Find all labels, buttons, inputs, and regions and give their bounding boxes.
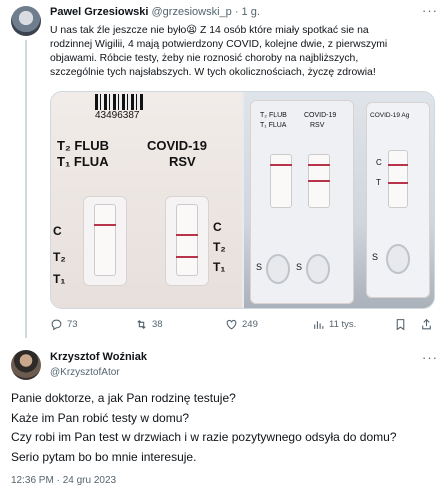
media-photo-left[interactable]: 43496387 T₂ FLUB T₁ FLUA COVID-19 RSV C … [51, 92, 242, 308]
test-strip [388, 150, 408, 208]
sample-well [386, 244, 410, 274]
strip-mark: C [213, 220, 222, 234]
tweet-time[interactable]: · 1 g. [235, 6, 260, 18]
like-count: 249 [242, 319, 258, 330]
tweet-header: Pawel Grzesiowski @grzesiowski_p · 1 g. [50, 6, 260, 18]
like-icon [226, 319, 237, 330]
strip-mark: T₂ [53, 250, 66, 264]
more-options-icon[interactable]: ··· [422, 350, 438, 365]
tweet-text-line: Czy robi im Pan test w drzwiach i w razi… [11, 430, 397, 444]
tweet-text-line: szczególnie tych najsłabszych. W tych ok… [50, 67, 376, 78]
tweet-text: U nas tak źle jeszcze nie było😫 Z 14 osó… [50, 24, 435, 80]
tweet-text-line: Każe im Pan robić testy w domu? [11, 410, 190, 425]
share-icon [422, 318, 431, 330]
photo-label: T₁ FLUA [260, 122, 287, 129]
retweet-button[interactable]: 38 [135, 318, 163, 331]
photo-label: COVID-19 [147, 138, 207, 153]
retweet-count: 38 [152, 319, 163, 330]
reply-button[interactable]: 73 [50, 318, 78, 331]
like-button[interactable]: 249 [225, 318, 258, 331]
reply-icon [51, 319, 62, 331]
tweet-text: Panie doktorze, a jak Pan rodzinę testuj… [11, 389, 436, 467]
tweet-actions-bar: 73 38 249 11 tys. [50, 318, 435, 334]
tweet-text-line: U nas tak źle jeszcze nie było😫 Z 14 osó… [50, 25, 369, 36]
tweet-timestamp[interactable]: 12:36 PM · 24 gru 2023 [11, 475, 116, 486]
thread-connector-line [25, 40, 27, 338]
test-band [176, 256, 198, 258]
more-options-icon[interactable]: ··· [422, 3, 438, 18]
control-band [176, 234, 198, 236]
photo-label: COVID-19 [304, 112, 337, 119]
author-handle[interactable]: @KrzysztofAtor [50, 367, 120, 378]
retweet-icon [137, 319, 146, 330]
bookmark-icon [396, 319, 405, 331]
control-band [94, 224, 116, 226]
test-strip [308, 154, 330, 208]
author-avatar[interactable] [11, 350, 41, 380]
strip-mark: T₁ [53, 272, 66, 286]
barcode-graphic [95, 94, 143, 110]
strip-mark: T [376, 178, 381, 187]
test-band [388, 182, 408, 184]
control-band [388, 164, 408, 166]
share-button[interactable] [420, 318, 433, 331]
strip-mark: T₂ [213, 240, 226, 254]
photo-label: COVID-19 Ag [370, 112, 410, 119]
test-strip [94, 204, 116, 276]
author-handle[interactable]: @grzesiowski_p [152, 6, 232, 18]
test-band [308, 180, 330, 182]
test-cassette [165, 196, 209, 286]
reply-tweet[interactable]: Krzysztof Woźniak @KrzysztofAtor ··· Pan… [0, 338, 443, 500]
tweet-text-line: rodzinnej Wigilii, 4 mają potwierdzony C… [50, 39, 388, 50]
control-band [308, 164, 330, 166]
tweet-text-line: objawami. Róbcie testy, żeby nie roznosi… [50, 53, 359, 64]
tweet-text-line: Panie doktorze, a jak Pan rodzinę testuj… [11, 391, 236, 405]
photo-label: T₂ FLUB [260, 112, 287, 119]
photo-label: RSV [310, 122, 325, 129]
strip-mark: S [372, 252, 379, 262]
strip-mark: S [296, 262, 303, 272]
photo-label: T₂ FLUB [57, 138, 109, 153]
control-band [270, 164, 292, 166]
tweet-media[interactable]: 43496387 T₂ FLUB T₁ FLUA COVID-19 RSV C … [50, 91, 435, 309]
photo-label: T₁ FLUA [57, 154, 109, 169]
sample-well [306, 254, 330, 284]
test-cassette [83, 196, 127, 286]
author-avatar[interactable] [11, 6, 41, 36]
barcode-number: 43496387 [95, 110, 140, 121]
strip-mark: S [256, 262, 263, 272]
media-photo-right[interactable]: T₂ FLUB T₁ FLUA COVID-19 RSV S S COVID-1… [244, 92, 434, 308]
tweet-text-line: Serio pytam bo bo mnie interesuje. [11, 449, 197, 464]
test-strip [176, 204, 198, 276]
strip-mark: C [376, 158, 382, 167]
author-name[interactable]: Pawel Grzesiowski [50, 6, 148, 18]
reply-count: 73 [67, 319, 78, 330]
strip-mark: T₁ [213, 260, 226, 274]
strip-mark: C [53, 224, 62, 238]
author-name[interactable]: Krzysztof Woźniak [50, 351, 147, 363]
photo-label: RSV [169, 154, 196, 169]
test-strip [270, 154, 292, 208]
bookmark-button[interactable] [394, 318, 407, 331]
views-count: 11 tys. [329, 319, 357, 330]
original-tweet[interactable]: Pawel Grzesiowski @grzesiowski_p · 1 g. … [0, 0, 443, 338]
views-icon [314, 321, 324, 329]
views-button[interactable]: 11 tys. [312, 318, 356, 331]
sample-well [266, 254, 290, 284]
